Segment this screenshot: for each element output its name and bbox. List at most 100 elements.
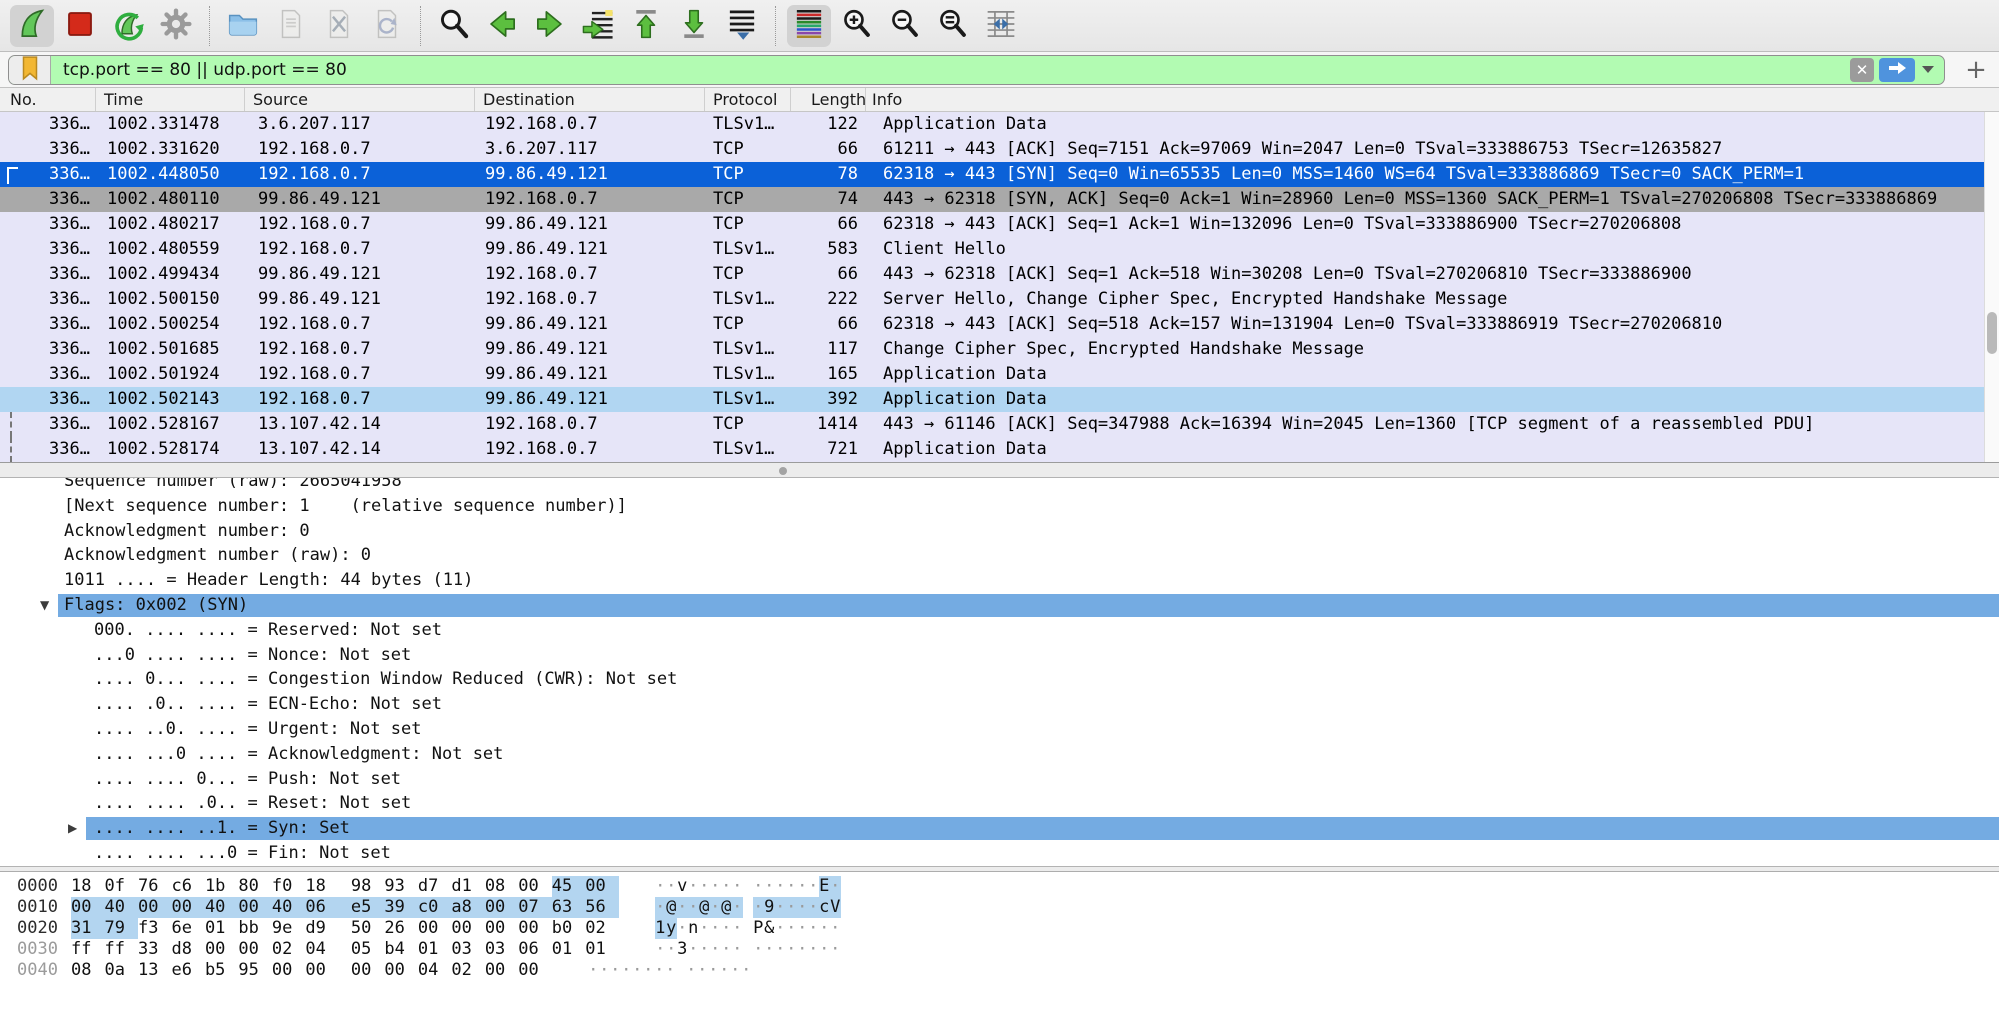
- hex-byte: 98: [351, 876, 384, 897]
- packet-row[interactable]: 336…1002.502143192.168.0.799.86.49.121TL…: [0, 387, 1999, 412]
- ascii-char: ·: [708, 960, 719, 981]
- column-header-info[interactable]: Info: [866, 88, 1999, 111]
- filter-apply-button[interactable]: [1879, 58, 1915, 82]
- hex-row[interactable]: 00203179f36e01bb9ed9502600000000b0021y·n…: [0, 918, 1999, 939]
- packet-cell-destination: 192.168.0.7: [475, 412, 705, 437]
- ascii-char: ·: [665, 960, 676, 981]
- splitter-list-details[interactable]: [0, 462, 1999, 478]
- detail-line[interactable]: Acknowledgment number (raw): 0: [0, 543, 1999, 568]
- detail-line[interactable]: .... .0.. .... = ECN-Echo: Not set: [0, 692, 1999, 717]
- save-file-button[interactable]: [269, 5, 313, 47]
- capture-options-button[interactable]: [154, 5, 198, 47]
- go-to-top-button[interactable]: [624, 5, 668, 47]
- zoom-out-button[interactable]: [883, 5, 927, 47]
- collapse-triangle-icon[interactable]: ▶: [68, 816, 77, 841]
- packet-row[interactable]: 336…1002.501685192.168.0.799.86.49.121TL…: [0, 337, 1999, 362]
- detail-line[interactable]: ...0 .... .... = Nonce: Not set: [0, 643, 1999, 668]
- filter-clear-button[interactable]: ✕: [1850, 58, 1874, 82]
- packet-row[interactable]: 336…1002.52817413.107.42.14192.168.0.7TL…: [0, 437, 1999, 462]
- packet-cell-info: Application Data: [866, 437, 1999, 462]
- packet-row[interactable]: 336…1002.448050192.168.0.799.86.49.121TC…: [0, 162, 1999, 187]
- detail-line[interactable]: 000. .... .... = Reserved: Not set: [0, 618, 1999, 643]
- packet-row[interactable]: 336…1002.3314783.6.207.117192.168.0.7TLS…: [0, 112, 1999, 137]
- colorize-button[interactable]: [787, 5, 831, 47]
- hex-byte: 76: [138, 876, 171, 897]
- detail-line[interactable]: ▼Flags: 0x002 (SYN): [0, 593, 1999, 618]
- expand-triangle-icon[interactable]: ▼: [40, 593, 49, 618]
- hex-row[interactable]: 0040080a13e6b5950000000004020000········…: [0, 960, 1999, 981]
- packet-details-tree: Sequence number (raw): 2665041958[Next s…: [0, 478, 1999, 866]
- packet-cell-info: Application Data: [866, 362, 1999, 387]
- restart-capture-button[interactable]: [106, 5, 150, 47]
- hex-row[interactable]: 0030ffff33d80000020405b4010303060101··3·…: [0, 939, 1999, 960]
- ascii-char: ·: [753, 876, 764, 897]
- scrollbar-thumb[interactable]: [1987, 312, 1997, 354]
- packet-cell-source: 3.6.207.117: [245, 112, 475, 137]
- detail-line[interactable]: 1011 .... = Header Length: 44 bytes (11): [0, 568, 1999, 593]
- packet-row[interactable]: 336…1002.501924192.168.0.799.86.49.121TL…: [0, 362, 1999, 387]
- go-back-button[interactable]: [480, 5, 524, 47]
- open-file-button[interactable]: [221, 5, 265, 47]
- ascii-char: ·: [808, 918, 819, 939]
- find-packet-button[interactable]: [432, 5, 476, 47]
- ascii-char: ·: [753, 897, 764, 918]
- hex-byte: 08: [71, 960, 104, 981]
- packet-row[interactable]: 336…1002.49943499.86.49.121192.168.0.7TC…: [0, 262, 1999, 287]
- ascii-char: @: [721, 897, 732, 918]
- detail-line[interactable]: .... .... ...0 = Fin: Not set: [0, 841, 1999, 866]
- packet-cell-length: 721: [791, 437, 866, 462]
- detail-line[interactable]: Acknowledgment number: 0: [0, 519, 1999, 544]
- hex-row[interactable]: 00100040000040004006e539c0a800076356·@··…: [0, 897, 1999, 918]
- auto-scroll-button[interactable]: [720, 5, 764, 47]
- column-header-length[interactable]: Length: [791, 88, 866, 111]
- detail-line[interactable]: .... ..0. .... = Urgent: Not set: [0, 717, 1999, 742]
- go-forward-button[interactable]: [528, 5, 572, 47]
- packet-list-scrollbar[interactable]: [1984, 112, 1999, 462]
- stop-capture-button[interactable]: [58, 5, 102, 47]
- column-header-destination[interactable]: Destination: [475, 88, 705, 111]
- packet-row[interactable]: 336…1002.48011099.86.49.121192.168.0.7TC…: [0, 187, 1999, 212]
- packet-row[interactable]: 336…1002.331620192.168.0.73.6.207.117TCP…: [0, 137, 1999, 162]
- go-to-bottom-button[interactable]: [672, 5, 716, 47]
- packet-row[interactable]: 336…1002.50015099.86.49.121192.168.0.7TL…: [0, 287, 1999, 312]
- packet-row[interactable]: 336…1002.52816713.107.42.14192.168.0.7TC…: [0, 412, 1999, 437]
- packet-cell-info: 61211 → 443 [ACK] Seq=7151 Ack=97069 Win…: [866, 137, 1999, 162]
- column-header-protocol[interactable]: Protocol: [705, 88, 791, 111]
- detail-line[interactable]: .... ...0 .... = Acknowledgment: Not set: [0, 742, 1999, 767]
- packet-row[interactable]: 336…1002.480217192.168.0.799.86.49.121TC…: [0, 212, 1999, 237]
- hex-byte: 00: [585, 876, 618, 897]
- splitter-handle[interactable]: [779, 467, 787, 475]
- filter-input[interactable]: tcp.port == 80 || udp.port == 80: [51, 60, 1850, 80]
- resize-columns-button[interactable]: [979, 5, 1023, 47]
- filter-add-button[interactable]: +: [1961, 55, 1991, 85]
- ascii-char: ·: [699, 876, 710, 897]
- detail-line[interactable]: Sequence number (raw): 2665041958: [0, 478, 1999, 494]
- column-header-time[interactable]: Time: [96, 88, 245, 111]
- ascii-char: ·: [699, 939, 710, 960]
- detail-line[interactable]: [Next sequence number: 1 (relative seque…: [0, 494, 1999, 519]
- detail-line[interactable]: ▶.... .... ..1. = Syn: Set: [0, 816, 1999, 841]
- display-filter-field[interactable]: tcp.port == 80 || udp.port == 80 ✕: [8, 55, 1945, 85]
- hex-byte: ff: [71, 939, 104, 960]
- zoom-reset-button[interactable]: [931, 5, 975, 47]
- zoom-in-button[interactable]: [835, 5, 879, 47]
- toolbar-separator: [775, 6, 776, 46]
- filter-dropdown-caret[interactable]: [1922, 66, 1934, 73]
- go-to-packet-button[interactable]: [576, 5, 620, 47]
- reload-file-button[interactable]: [365, 5, 409, 47]
- ascii-char: ·: [632, 960, 643, 981]
- detail-line[interactable]: .... .... 0... = Push: Not set: [0, 767, 1999, 792]
- column-header-source[interactable]: Source: [245, 88, 475, 111]
- packet-row[interactable]: 336…1002.500254192.168.0.799.86.49.121TC…: [0, 312, 1999, 337]
- packet-row[interactable]: 336…1002.480559192.168.0.799.86.49.121TL…: [0, 237, 1999, 262]
- detail-line[interactable]: .... .... .0.. = Reset: Not set: [0, 791, 1999, 816]
- hex-row[interactable]: 0000180f76c61b80f0189893d7d108004500··v·…: [0, 876, 1999, 897]
- ascii-char: ·: [730, 960, 741, 981]
- close-file-button[interactable]: [317, 5, 361, 47]
- detail-line-text: .... 0... .... = Congestion Window Reduc…: [94, 669, 677, 689]
- hex-byte: 63: [552, 897, 585, 918]
- filter-bookmark-button[interactable]: [9, 55, 51, 85]
- detail-line[interactable]: .... 0... .... = Congestion Window Reduc…: [0, 667, 1999, 692]
- start-capture-button[interactable]: [10, 5, 54, 47]
- column-header-no[interactable]: No.: [0, 88, 96, 111]
